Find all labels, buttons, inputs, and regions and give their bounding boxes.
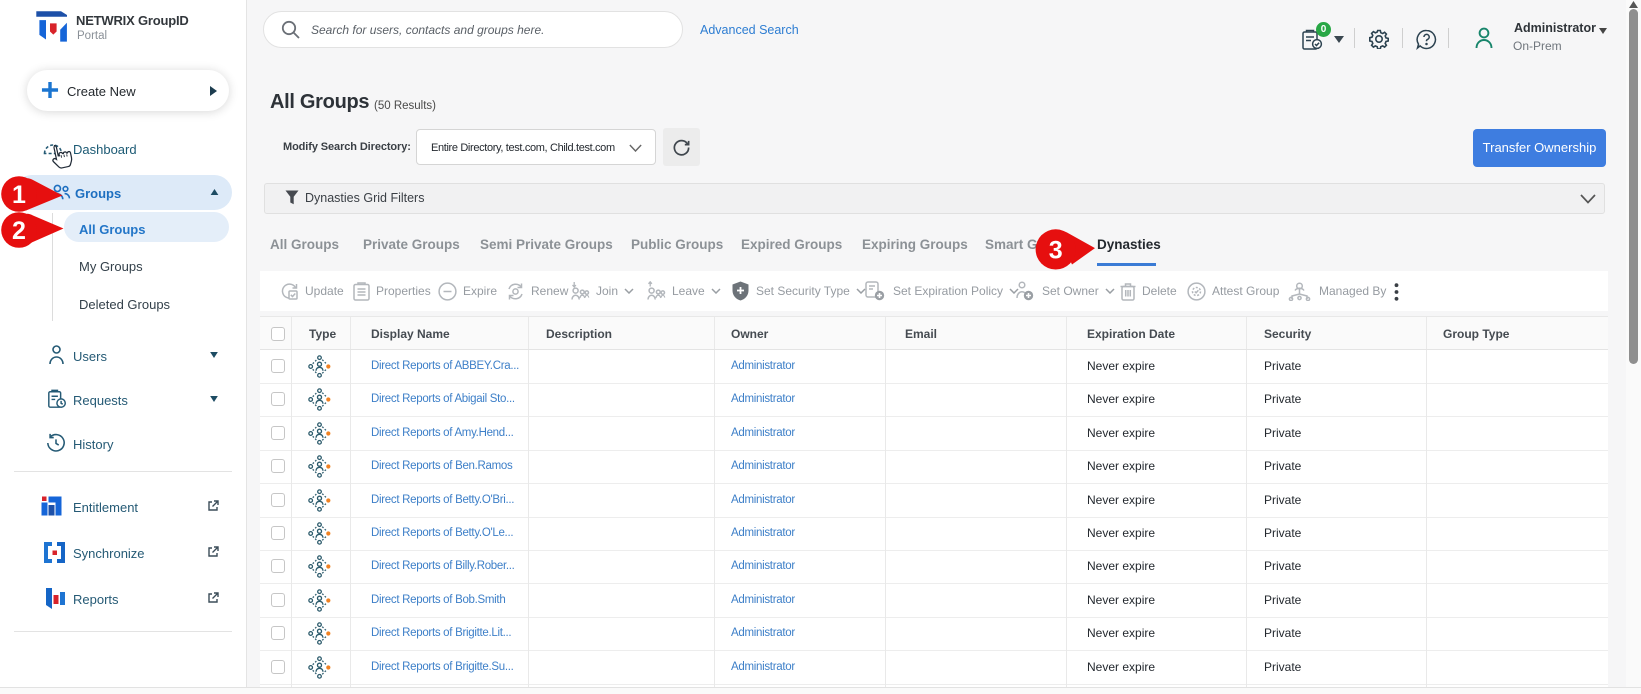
- svg-text:3: 3: [1049, 236, 1063, 264]
- svg-text:1: 1: [12, 181, 26, 209]
- svg-text:2: 2: [12, 217, 26, 245]
